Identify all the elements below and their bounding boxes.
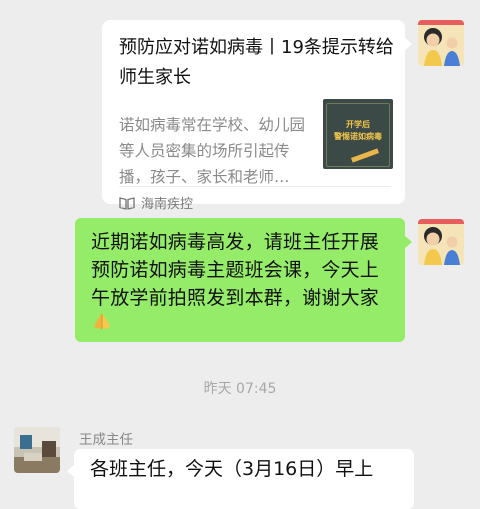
article-description: 诺如病毒常在学校、幼儿园等人员密集的场所引起传播，孩子、家长和老师… [119, 116, 306, 186]
shared-article-card[interactable]: 预防应对诺如病毒丨19条提示转给师生家长 诺如病毒常在学校、幼儿园等人员密集的场… [102, 20, 412, 212]
thumbnail-line-2: 警惕诺如病毒 [334, 132, 382, 141]
avatar[interactable] [418, 20, 464, 66]
avatar-image [418, 219, 464, 265]
avatar-image [14, 427, 60, 473]
article-title: 预防应对诺如病毒丨19条提示转给师生家长 [119, 37, 394, 88]
article-thumbnail: 开学后 警惕诺如病毒 [323, 99, 393, 169]
sent-message-text: 近期诺如病毒高发，请班主任开展预防诺如病毒主题班会课，今天上午放学前拍照发到本群… [91, 231, 380, 309]
sent-message-bubble[interactable]: 近期诺如病毒高发，请班主任开展预防诺如病毒主题班会课，今天上午放学前拍照发到本群… [75, 218, 412, 342]
received-message-bubble[interactable]: 各班主任，今天（3月16日）早上 [67, 449, 414, 509]
avatar[interactable] [418, 219, 464, 265]
praying-hands-icon [94, 313, 110, 329]
message-timestamp: 昨天 07:45 [203, 381, 277, 397]
sender-avatar[interactable] [14, 427, 60, 473]
thumbnail-line-1: 开学后 [346, 120, 370, 129]
card-divider [119, 186, 391, 187]
source-name: 海南疾控 [141, 197, 194, 212]
received-message-text: 各班主任，今天（3月16日）早上 [90, 458, 374, 480]
bubble-tail [404, 37, 412, 51]
sender-name: 王成主任 [79, 432, 133, 448]
book-icon [119, 196, 135, 210]
bubble-tail [404, 235, 412, 249]
avatar-image [418, 20, 464, 66]
bubble-tail [67, 464, 75, 478]
article-source: 海南疾控 [119, 193, 193, 212]
